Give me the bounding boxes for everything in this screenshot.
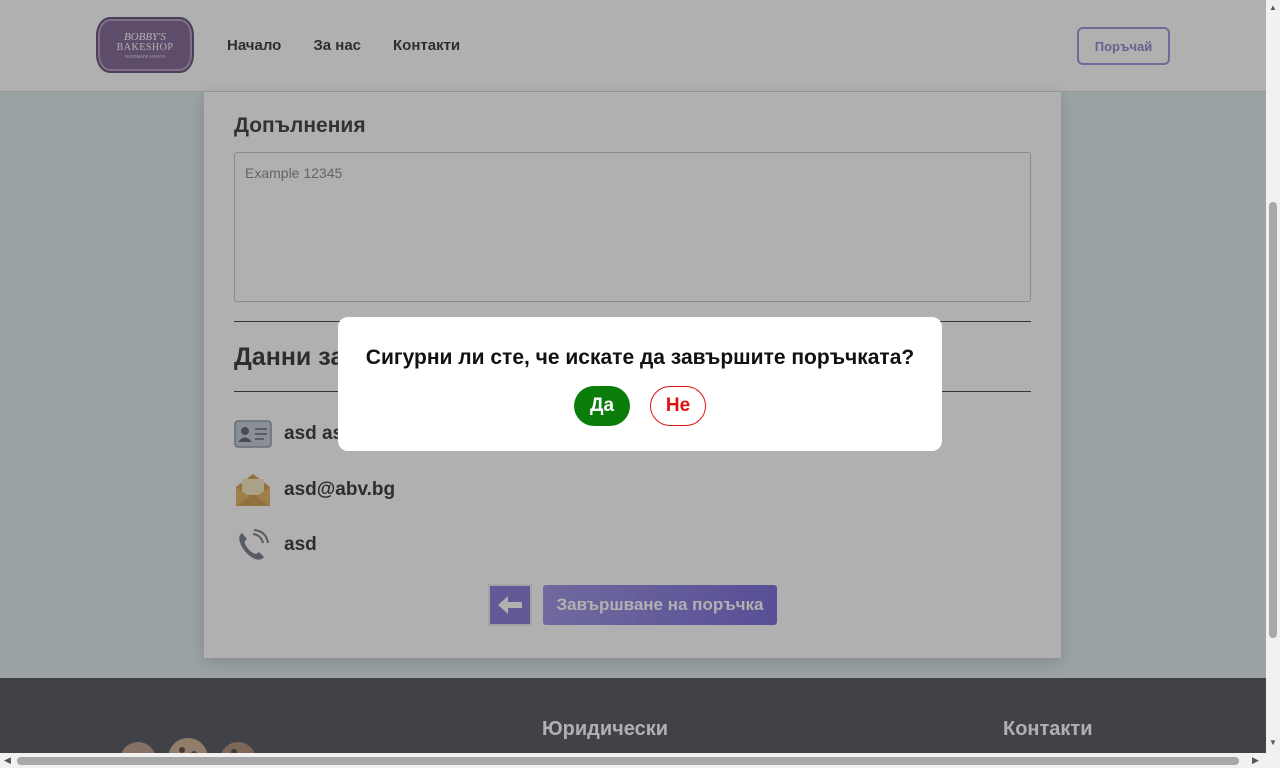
scroll-right-icon[interactable]: ▶ xyxy=(1252,755,1259,766)
confirm-question: Сигурни ли сте, че искате да завършите п… xyxy=(365,346,915,369)
horizontal-scrollbar[interactable]: ◀ ▶ xyxy=(0,753,1280,768)
confirm-dialog: Сигурни ли сте, че искате да завършите п… xyxy=(338,317,942,451)
confirm-yes-button[interactable]: Да xyxy=(574,386,630,426)
scroll-left-icon[interactable]: ◀ xyxy=(4,755,11,766)
vertical-scroll-thumb[interactable] xyxy=(1269,202,1277,638)
vertical-scrollbar[interactable]: ▲ ▼ xyxy=(1266,0,1280,753)
horizontal-scroll-thumb[interactable] xyxy=(17,757,1239,765)
confirm-no-button[interactable]: Не xyxy=(650,386,706,426)
scroll-up-icon[interactable]: ▲ xyxy=(1269,3,1277,12)
scroll-down-icon[interactable]: ▼ xyxy=(1269,738,1277,747)
